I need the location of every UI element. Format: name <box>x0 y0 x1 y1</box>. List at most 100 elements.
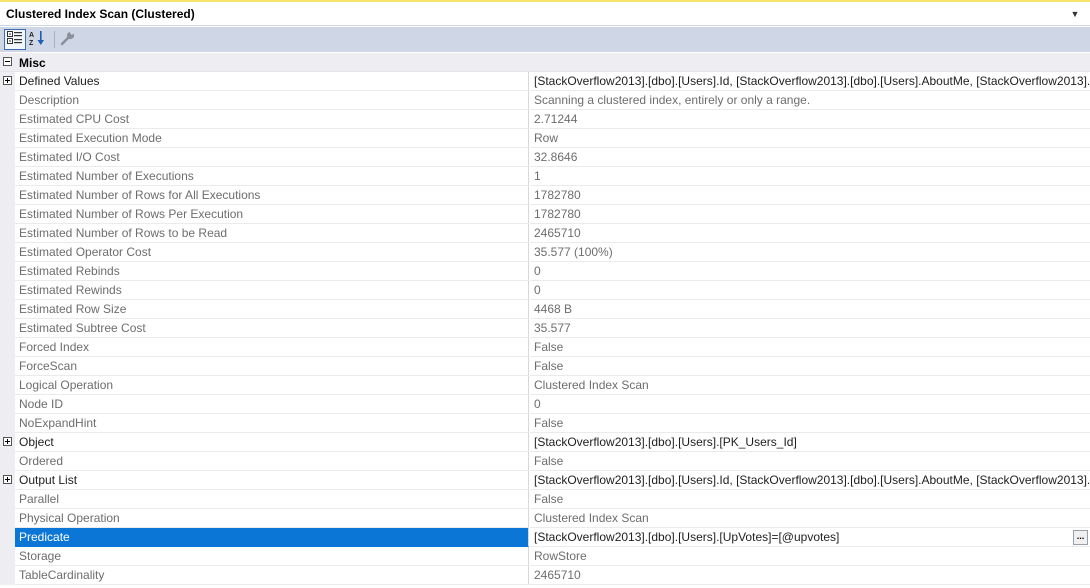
property-value[interactable]: False <box>530 414 1090 433</box>
alphabetical-icon: A Z <box>29 30 47 49</box>
property-row-estimated-i-o-cost[interactable]: Estimated I/O Cost 32.8646 <box>0 148 1090 167</box>
property-value[interactable]: Clustered Index Scan <box>530 509 1090 528</box>
property-value[interactable]: 32.8646 <box>530 148 1090 167</box>
property-row-output-list[interactable]: Output List [StackOverflow2013].[dbo].[Us… <box>0 471 1090 490</box>
ellipsis-button[interactable]: ... <box>1073 530 1088 545</box>
property-row-logical-operation[interactable]: Logical Operation Clustered Index Scan <box>0 376 1090 395</box>
property-name: ForceScan <box>15 357 529 376</box>
property-value[interactable]: Row <box>530 129 1090 148</box>
expand-icon[interactable] <box>3 437 12 446</box>
property-value[interactable]: False <box>530 357 1090 376</box>
property-value[interactable]: False <box>530 490 1090 509</box>
property-row-estimated-number-of-rows-per-execution[interactable]: Estimated Number of Rows Per Execution 17… <box>0 205 1090 224</box>
property-value[interactable]: 4468 B <box>530 300 1090 319</box>
property-row-forcescan[interactable]: ForceScan False <box>0 357 1090 376</box>
row-gutter <box>0 471 15 490</box>
property-value[interactable]: False <box>530 452 1090 471</box>
row-gutter <box>0 186 15 205</box>
property-value[interactable]: 2.71244 <box>530 110 1090 129</box>
property-value[interactable]: 35.577 <box>530 319 1090 338</box>
property-row-storage[interactable]: Storage RowStore <box>0 547 1090 566</box>
row-gutter <box>0 205 15 224</box>
property-row-estimated-operator-cost[interactable]: Estimated Operator Cost 35.577 (100%) <box>0 243 1090 262</box>
toolbar-separator <box>54 31 55 48</box>
property-row-noexpandhint[interactable]: NoExpandHint False <box>0 414 1090 433</box>
property-value[interactable]: 0 <box>530 262 1090 281</box>
property-row-description[interactable]: Description Scanning a clustered index, e… <box>0 91 1090 110</box>
property-pages-icon <box>60 30 76 49</box>
expand-icon[interactable] <box>3 76 12 85</box>
row-gutter <box>0 262 15 281</box>
property-row-estimated-rebinds[interactable]: Estimated Rebinds 0 <box>0 262 1090 281</box>
property-name: Node ID <box>15 395 529 414</box>
property-name: Estimated I/O Cost <box>15 148 529 167</box>
row-gutter <box>0 72 15 91</box>
property-name: Estimated Rewinds <box>15 281 529 300</box>
property-name: NoExpandHint <box>15 414 529 433</box>
property-value[interactable]: 1782780 <box>530 205 1090 224</box>
property-name: Ordered <box>15 452 529 471</box>
property-name: TableCardinality <box>15 566 529 585</box>
property-value[interactable]: 1 <box>530 167 1090 186</box>
row-gutter <box>0 509 15 528</box>
properties-toolbar: A Z <box>0 27 1090 52</box>
property-value[interactable]: [StackOverflow2013].[dbo].[Users].[PK_Us… <box>530 433 1090 452</box>
object-selector-title: Clustered Index Scan (Clustered) <box>6 7 195 21</box>
svg-text:Z: Z <box>29 40 34 46</box>
property-value[interactable]: RowStore <box>530 547 1090 566</box>
collapse-icon[interactable] <box>3 57 12 66</box>
property-row-forced-index[interactable]: Forced Index False <box>0 338 1090 357</box>
svg-text:A: A <box>29 32 34 39</box>
property-value[interactable]: False <box>530 338 1090 357</box>
property-name: Logical Operation <box>15 376 529 395</box>
property-value[interactable]: 2465710 <box>530 224 1090 243</box>
property-value[interactable]: 2465710 <box>530 566 1090 585</box>
property-row-estimated-number-of-rows-for-all-executions[interactable]: Estimated Number of Rows for All Executi… <box>0 186 1090 205</box>
property-value[interactable]: Clustered Index Scan <box>530 376 1090 395</box>
property-value[interactable]: [StackOverflow2013].[dbo].[Users].[UpVot… <box>530 528 1090 547</box>
chevron-down-icon[interactable]: ▼ <box>1068 8 1082 20</box>
row-gutter <box>0 110 15 129</box>
row-gutter <box>0 338 15 357</box>
property-value[interactable]: 0 <box>530 395 1090 414</box>
row-gutter <box>0 319 15 338</box>
property-row-estimated-rewinds[interactable]: Estimated Rewinds 0 <box>0 281 1090 300</box>
category-misc[interactable]: Misc <box>0 53 1090 72</box>
property-row-tablecardinality[interactable]: TableCardinality 2465710 <box>0 566 1090 585</box>
property-row-estimated-cpu-cost[interactable]: Estimated CPU Cost 2.71244 <box>0 110 1090 129</box>
property-name: Estimated CPU Cost <box>15 110 529 129</box>
property-row-physical-operation[interactable]: Physical Operation Clustered Index Scan <box>0 509 1090 528</box>
property-row-object[interactable]: Object [StackOverflow2013].[dbo].[Users].… <box>0 433 1090 452</box>
row-gutter <box>0 547 15 566</box>
property-pages-button[interactable] <box>57 29 79 50</box>
property-value[interactable]: Scanning a clustered index, entirely or … <box>530 91 1090 110</box>
object-selector[interactable]: Clustered Index Scan (Clustered) ▼ <box>0 2 1090 26</box>
row-gutter <box>0 433 15 452</box>
categorized-icon <box>7 31 23 48</box>
row-gutter <box>0 566 15 585</box>
row-gutter <box>0 243 15 262</box>
property-value[interactable]: 0 <box>530 281 1090 300</box>
property-value[interactable]: [StackOverflow2013].[dbo].[Users].Id, [S… <box>530 72 1090 91</box>
property-value[interactable]: 35.577 (100%) <box>530 243 1090 262</box>
property-row-predicate[interactable]: Predicate [StackOverflow2013].[dbo].[User… <box>0 528 1090 547</box>
property-name: Predicate <box>15 528 529 547</box>
property-row-parallel[interactable]: Parallel False <box>0 490 1090 509</box>
property-row-defined-values[interactable]: Defined Values [StackOverflow2013].[dbo].… <box>0 72 1090 91</box>
property-row-node-id[interactable]: Node ID 0 <box>0 395 1090 414</box>
property-row-estimated-row-size[interactable]: Estimated Row Size 4468 B <box>0 300 1090 319</box>
property-row-estimated-execution-mode[interactable]: Estimated Execution Mode Row <box>0 129 1090 148</box>
alphabetical-button[interactable]: A Z <box>27 29 49 50</box>
expand-icon[interactable] <box>3 475 12 484</box>
property-row-estimated-number-of-rows-to-be-read[interactable]: Estimated Number of Rows to be Read 24657… <box>0 224 1090 243</box>
property-value[interactable]: 1782780 <box>530 186 1090 205</box>
property-row-estimated-subtree-cost[interactable]: Estimated Subtree Cost 35.577 <box>0 319 1090 338</box>
categorized-button[interactable] <box>4 29 26 50</box>
row-gutter <box>0 490 15 509</box>
row-gutter <box>0 91 15 110</box>
property-row-estimated-number-of-executions[interactable]: Estimated Number of Executions 1 <box>0 167 1090 186</box>
property-name: Estimated Number of Rows Per Execution <box>15 205 529 224</box>
property-row-ordered[interactable]: Ordered False <box>0 452 1090 471</box>
row-gutter <box>0 300 15 319</box>
property-value[interactable]: [StackOverflow2013].[dbo].[Users].Id, [S… <box>530 471 1090 490</box>
